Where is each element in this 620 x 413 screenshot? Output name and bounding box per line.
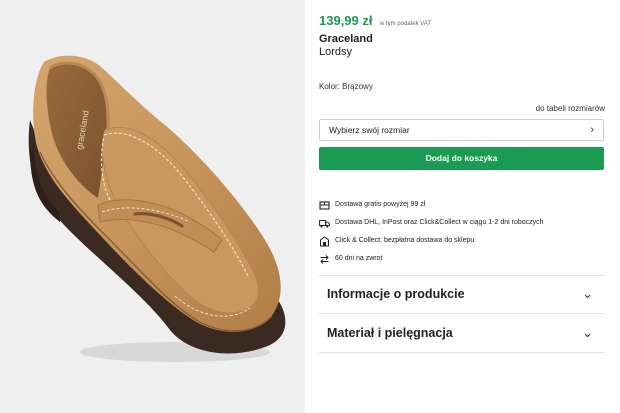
accordion-title: Informacje o produkcie xyxy=(327,287,465,301)
feature-text: Dostawa gratis powyżej 99 zł xyxy=(335,201,426,208)
loafer-shoe-image: graceland xyxy=(28,55,286,362)
divider xyxy=(319,275,605,276)
accordion-product-info[interactable]: Informacje o produkcie ⌄ xyxy=(319,285,605,305)
color-value: Brązowy xyxy=(342,82,373,91)
accordion-material-care[interactable]: Materiał i pielęgnacja ⌄ xyxy=(319,324,605,344)
feature-text: 60 dni na zwrot xyxy=(335,255,383,262)
size-select[interactable]: Wybierz swój rozmiar › xyxy=(319,119,604,141)
size-select-placeholder: Wybierz swój rozmiar xyxy=(329,125,410,135)
add-to-cart-button[interactable]: Dodaj do koszyka xyxy=(319,147,604,170)
divider xyxy=(319,313,605,314)
product-image[interactable]: graceland xyxy=(0,0,305,413)
package-icon xyxy=(319,201,330,210)
chevron-down-icon: ⌄ xyxy=(582,325,593,340)
return-arrows-icon xyxy=(320,255,329,264)
feature-text: Dostawa DHL, InPost oraz Click&Collect w… xyxy=(335,219,544,226)
chevron-down-icon: ⌄ xyxy=(582,286,593,301)
vat-note: w tym podatek VAT xyxy=(379,21,432,27)
feature-text: Click & Collect: bezpłatna dostawa do sk… xyxy=(335,237,475,244)
product-brand[interactable]: Graceland xyxy=(319,33,373,45)
color-label: Kolor: xyxy=(319,82,340,91)
size-table-link[interactable]: do tabeli rozmiarów xyxy=(536,104,605,113)
store-icon xyxy=(320,236,329,247)
price-row: 139,99 zł w tym podatek VAT xyxy=(319,12,431,30)
product-info-panel: 139,99 zł w tym podatek VAT Graceland Lo… xyxy=(319,0,606,413)
divider xyxy=(319,352,605,353)
color-row: Kolor: Brązowy xyxy=(319,82,373,91)
chevron-right-icon: › xyxy=(590,124,594,136)
product-model: Lordsy xyxy=(319,46,353,58)
product-price: 139,99 zł xyxy=(319,13,373,28)
truck-icon xyxy=(319,220,330,228)
accordion-title: Materiał i pielęgnacja xyxy=(327,326,453,340)
